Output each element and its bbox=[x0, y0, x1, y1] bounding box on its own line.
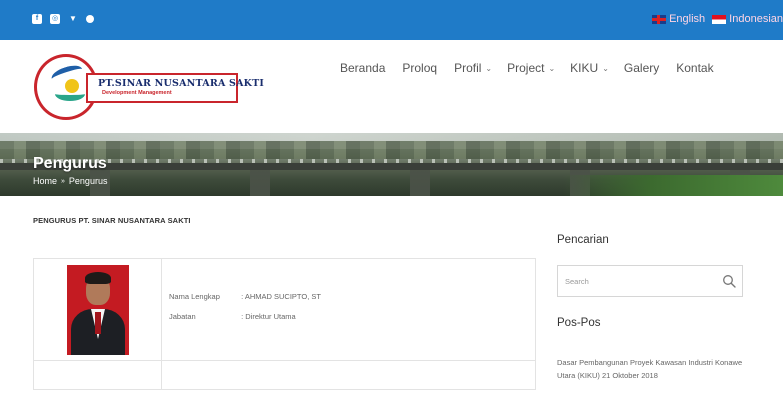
site-logo[interactable]: PT.SINAR NUSANTARA SAKTI Development Man… bbox=[34, 54, 265, 120]
breadcrumb-separator: » bbox=[61, 177, 65, 185]
search-icon[interactable] bbox=[722, 274, 736, 288]
main-nav: Beranda Proloq Profil ⌄ Project ⌄ KIKU ⌄… bbox=[340, 61, 714, 75]
nav-item-beranda[interactable]: Beranda bbox=[340, 61, 385, 75]
chevron-down-icon: ⌄ bbox=[485, 63, 493, 73]
nav-label: Kontak bbox=[676, 61, 714, 75]
dribbble-icon[interactable] bbox=[86, 15, 94, 23]
top-bar: f ◎ ▼ English Indonesian bbox=[0, 0, 783, 40]
member-role-value: : Direktur Utama bbox=[241, 312, 296, 321]
instagram-icon[interactable]: ◎ bbox=[50, 14, 60, 24]
page-title: Pengurus bbox=[33, 155, 107, 172]
page-banner: Pengurus Home » Pengurus bbox=[0, 133, 783, 196]
language-english[interactable]: English bbox=[652, 13, 705, 25]
nav-label: Galery bbox=[623, 61, 660, 75]
section-title: PENGURUS PT. SINAR NUSANTARA SAKTI bbox=[33, 216, 191, 225]
chevron-down-icon: ⌄ bbox=[548, 63, 556, 73]
nav-item-proloq[interactable]: Proloq bbox=[402, 61, 437, 75]
twitter-icon[interactable]: ▼ bbox=[68, 14, 78, 24]
language-switcher: English Indonesian bbox=[649, 13, 783, 25]
nav-item-galery[interactable]: Galery bbox=[624, 61, 659, 75]
search-heading: Pencarian bbox=[557, 234, 609, 246]
banner-grass bbox=[563, 175, 783, 196]
banner-bridge-deck bbox=[0, 163, 783, 170]
table-row bbox=[34, 360, 535, 390]
member-table: Nama Lengkap : AHMAD SUCIPTO, ST Jabatan… bbox=[33, 258, 536, 390]
member-photo-cell bbox=[34, 259, 162, 360]
chevron-down-icon: ⌄ bbox=[602, 63, 609, 73]
site-header: PT.SINAR NUSANTARA SAKTI Development Man… bbox=[0, 40, 783, 133]
member-role-label: Jabatan bbox=[169, 312, 196, 321]
brand-name: PT.SINAR NUSANTARA SAKTI bbox=[98, 78, 265, 89]
language-indonesian[interactable]: Indonesian bbox=[712, 13, 783, 25]
nav-label: Project bbox=[507, 61, 545, 75]
member-photo bbox=[67, 265, 129, 355]
nav-label: KIKU bbox=[570, 61, 599, 75]
search-input[interactable] bbox=[558, 266, 708, 296]
nav-item-kiku[interactable]: KIKU ⌄ bbox=[570, 61, 609, 75]
post-link[interactable]: Dasar Pembangunan Proyek Kawasan Industr… bbox=[557, 356, 743, 382]
nav-item-profil[interactable]: Profil ⌄ bbox=[454, 61, 492, 75]
uk-flag-icon bbox=[652, 14, 667, 24]
social-links: f ◎ ▼ bbox=[32, 14, 94, 24]
member-name-value: : AHMAD SUCIPTO, ST bbox=[241, 292, 321, 301]
breadcrumb-current: Pengurus bbox=[68, 176, 108, 186]
nav-item-kontak[interactable]: Kontak bbox=[676, 61, 713, 75]
nav-label: Proloq bbox=[402, 61, 438, 75]
nav-label: Beranda bbox=[340, 61, 386, 75]
brand-tagline: Development Management bbox=[102, 90, 172, 96]
nav-item-project[interactable]: Project ⌄ bbox=[507, 61, 555, 75]
search-box bbox=[557, 265, 743, 297]
member-info-cell: Nama Lengkap : AHMAD SUCIPTO, ST Jabatan… bbox=[162, 259, 535, 360]
member-role-row: Jabatan : Direktur Utama bbox=[169, 312, 296, 321]
facebook-icon[interactable]: f bbox=[32, 14, 42, 24]
photo-hair bbox=[85, 272, 111, 284]
id-flag-icon bbox=[712, 14, 727, 24]
banner-trees bbox=[0, 141, 783, 159]
logo-swoosh-green bbox=[55, 87, 85, 101]
member-name-row: Nama Lengkap : AHMAD SUCIPTO, ST bbox=[169, 292, 321, 301]
nav-label: Profil bbox=[454, 61, 482, 75]
language-indonesian-label: Indonesian bbox=[729, 13, 783, 25]
member-name-label: Nama Lengkap bbox=[169, 292, 220, 301]
table-divider bbox=[161, 361, 162, 390]
posts-heading: Pos-Pos bbox=[557, 317, 601, 329]
photo-tie bbox=[95, 312, 101, 334]
breadcrumb-home[interactable]: Home bbox=[33, 176, 57, 186]
breadcrumb: Home » Pengurus bbox=[33, 176, 107, 186]
logo-plate: PT.SINAR NUSANTARA SAKTI Development Man… bbox=[86, 73, 265, 103]
language-english-label: English bbox=[669, 13, 706, 25]
